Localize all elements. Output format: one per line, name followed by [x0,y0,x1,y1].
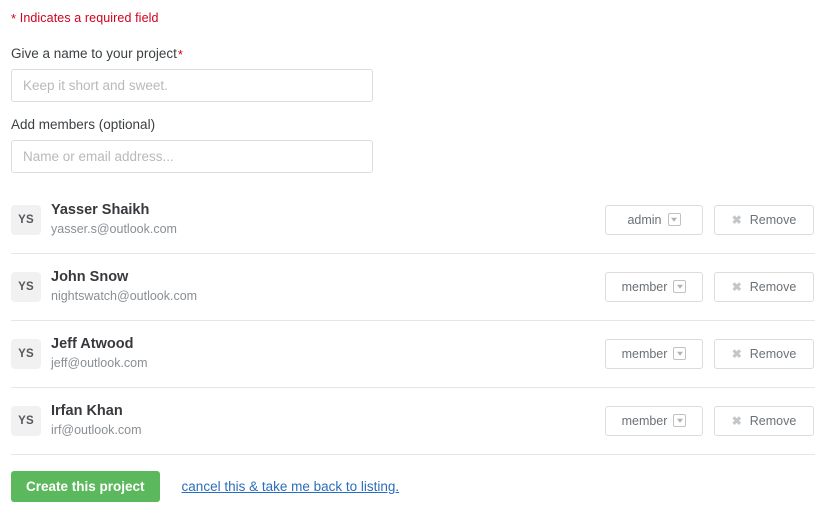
create-project-form: * Indicates a required field Give a name… [0,0,826,515]
required-asterisk: * [11,11,17,26]
role-dropdown[interactable]: member [605,338,703,369]
member-info: John Snow nightswatch@outlook.com [51,268,605,305]
remove-button-label: Remove [749,346,797,361]
avatar: YS [11,204,41,235]
member-info: Jeff Atwood jeff@outlook.com [51,335,605,372]
create-project-button[interactable]: Create this project [11,470,160,502]
member-email: nightswatch@outlook.com [51,288,198,303]
add-members-label: Add members (optional) [11,117,156,132]
add-members-input[interactable] [11,139,373,173]
member-info: Yasser Shaikh yasser.s@outlook.com [51,201,605,238]
project-name-label: Give a name to your project* [11,47,815,61]
chevron-down-icon [667,213,681,226]
close-icon: ✖ [731,413,742,428]
member-row: YS Yasser Shaikh yasser.s@outlook.com ad… [11,187,815,253]
remove-button-label: Remove [749,413,797,428]
project-name-input[interactable] [11,69,373,102]
member-name: John Snow [51,269,129,286]
avatar: YS [11,271,41,302]
remove-member-button[interactable]: ✖ Remove [714,271,814,302]
role-dropdown-label: admin [627,212,662,227]
form-footer: Create this project cancel this & take m… [11,453,815,502]
member-actions: member ✖ Remove [605,338,814,369]
role-dropdown-label: member [621,346,668,361]
project-name-label-text: Give a name to your project [11,46,177,61]
role-dropdown[interactable]: admin [605,204,703,235]
member-row: YS Irfan Khan irf@outlook.com member ✖ R… [11,386,815,454]
member-name: Irfan Khan [51,403,123,420]
member-name: Yasser Shaikh [51,202,150,219]
add-members-field-group: Add members (optional) [11,118,815,173]
role-dropdown-label: member [621,413,668,428]
chevron-down-icon [673,347,687,360]
remove-member-button[interactable]: ✖ Remove [714,405,814,436]
remove-button-label: Remove [749,279,797,294]
required-field-note: * Indicates a required field [11,0,815,25]
member-actions: admin ✖ Remove [605,204,814,235]
member-name: Jeff Atwood [51,336,134,353]
member-info: Irfan Khan irf@outlook.com [51,402,605,439]
role-dropdown[interactable]: member [605,271,703,302]
required-note-text: Indicates a required field [19,11,159,25]
member-actions: member ✖ Remove [605,271,814,302]
avatar: YS [11,405,41,436]
close-icon: ✖ [731,212,742,227]
member-row: YS Jeff Atwood jeff@outlook.com member ✖… [11,319,815,387]
member-email: irf@outlook.com [51,422,142,437]
remove-button-label: Remove [749,212,797,227]
member-actions: member ✖ Remove [605,405,814,436]
project-name-field-group: Give a name to your project* [11,47,815,102]
member-list: YS Yasser Shaikh yasser.s@outlook.com ad… [11,187,815,454]
member-row: YS John Snow nightswatch@outlook.com mem… [11,252,815,320]
member-email: yasser.s@outlook.com [51,221,177,236]
chevron-down-icon [673,280,687,293]
member-email: jeff@outlook.com [51,355,148,370]
role-dropdown[interactable]: member [605,405,703,436]
close-icon: ✖ [731,346,742,361]
chevron-down-icon [673,414,687,427]
cancel-link[interactable]: cancel this & take me back to listing. [182,479,400,494]
remove-member-button[interactable]: ✖ Remove [714,338,814,369]
remove-member-button[interactable]: ✖ Remove [714,204,814,235]
close-icon: ✖ [731,279,742,294]
avatar: YS [11,338,41,369]
role-dropdown-label: member [621,279,668,294]
project-name-required-asterisk: * [177,47,183,62]
